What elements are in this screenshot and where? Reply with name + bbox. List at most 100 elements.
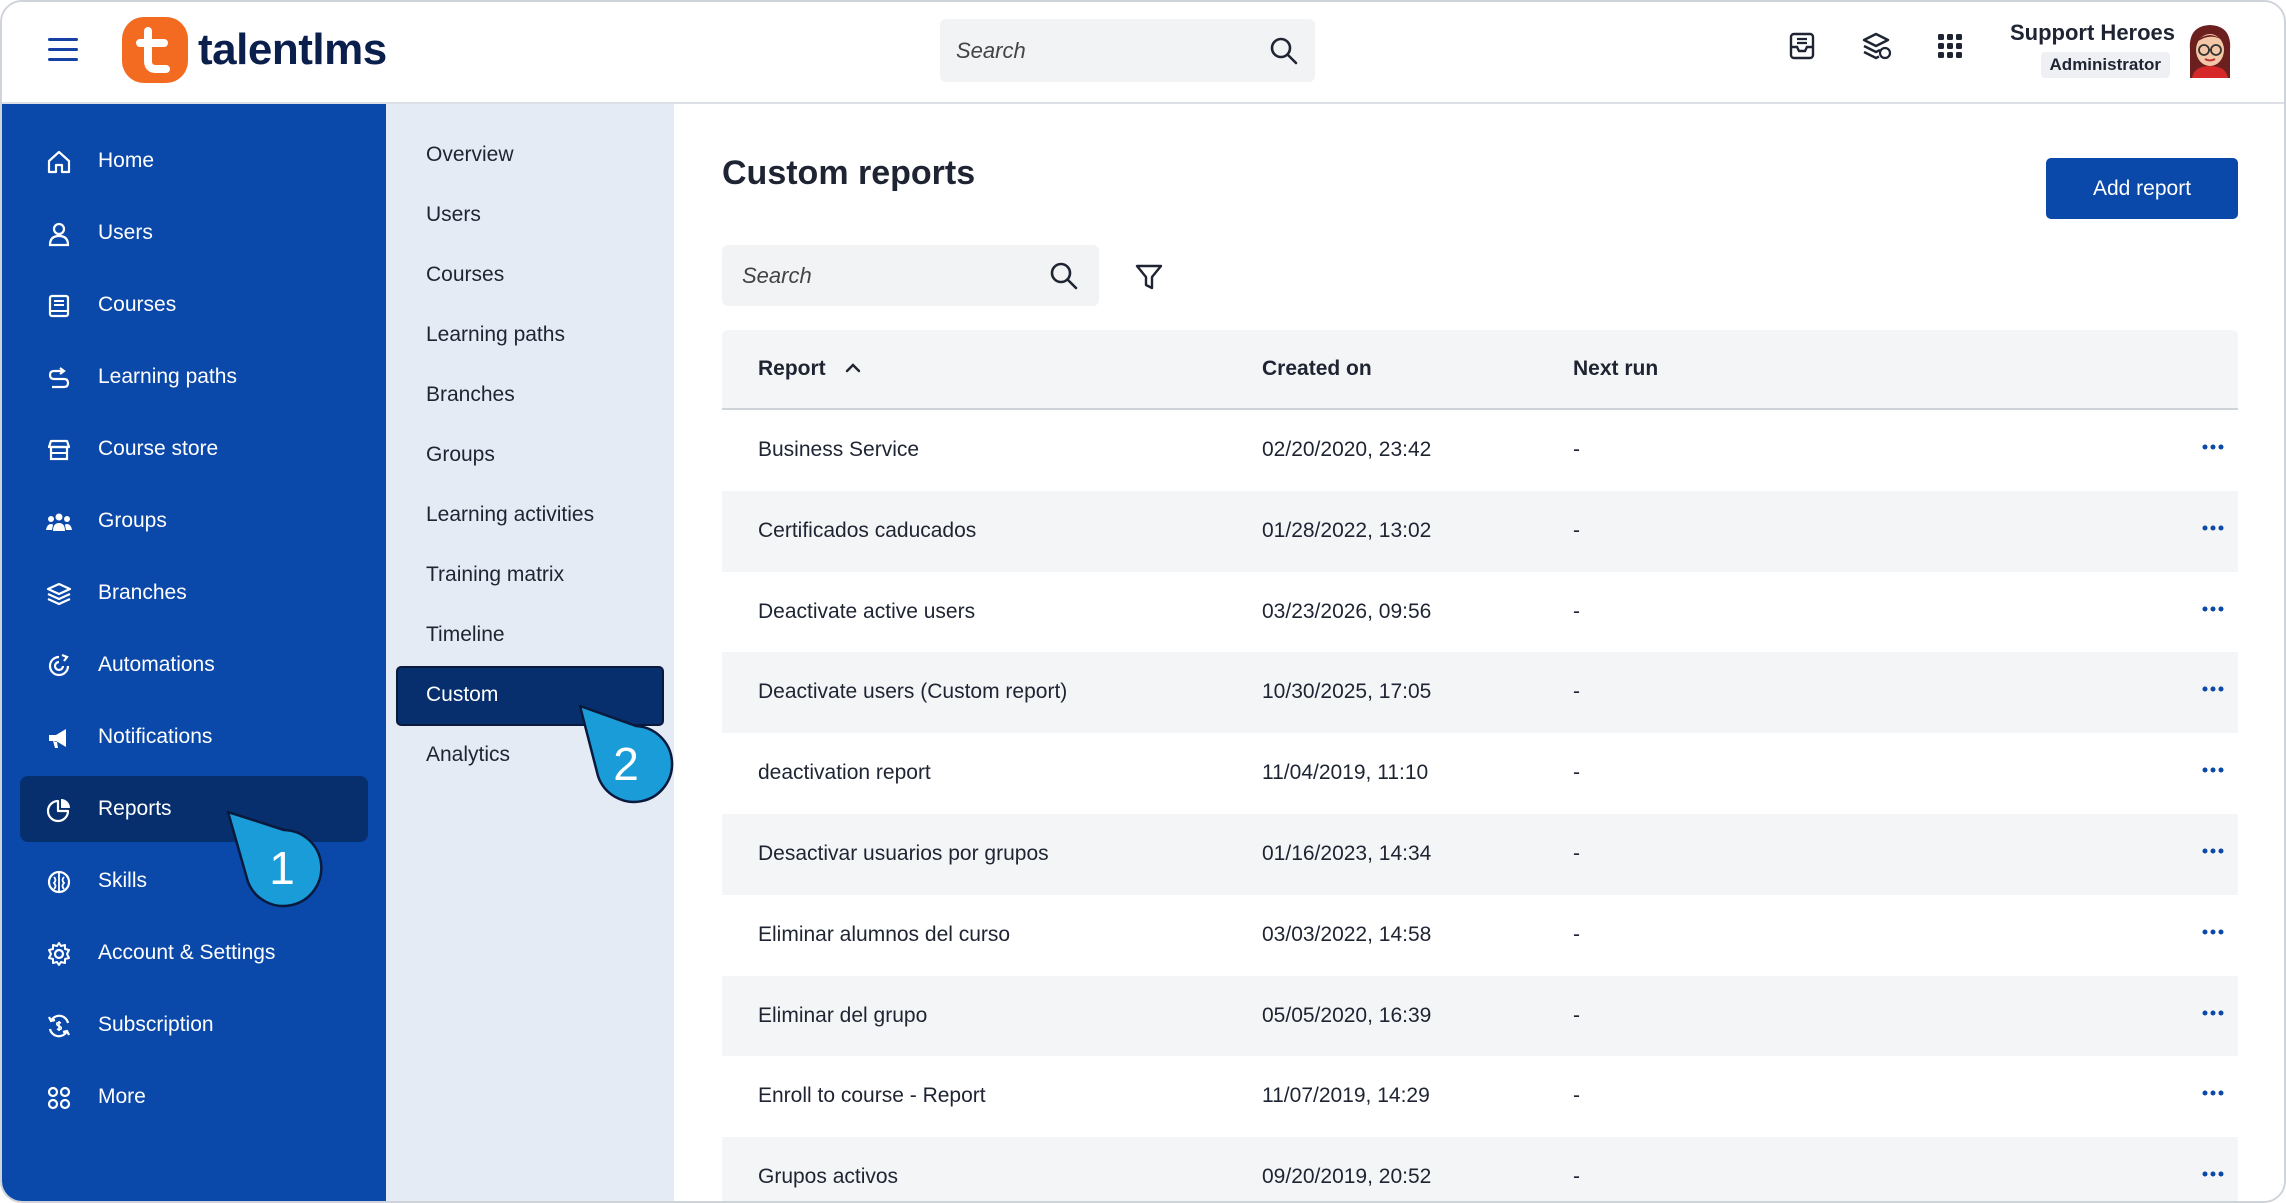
more-options-icon[interactable] xyxy=(2200,1002,2226,1024)
subnav-item-overview[interactable]: Overview xyxy=(396,126,664,186)
search-icon[interactable] xyxy=(1269,36,1299,66)
step-callout-2: 2 xyxy=(578,704,674,804)
sidebar-item-course-store[interactable]: Course store xyxy=(20,416,368,482)
table-row[interactable]: deactivation report 11/04/2019, 11:10 - xyxy=(722,733,2238,814)
report-name-cell[interactable]: Eliminar alumnos del curso xyxy=(758,923,1010,947)
created-on-cell: 01/28/2022, 13:02 xyxy=(1262,518,1432,542)
created-on-cell: 11/04/2019, 11:10 xyxy=(1262,761,1429,785)
subnav-item-label: Courses xyxy=(426,263,505,286)
report-name-cell[interactable]: Business Service xyxy=(758,438,919,462)
more-options-icon[interactable] xyxy=(2200,517,2226,539)
subnav-item-label: Custom xyxy=(426,683,499,706)
column-header-report[interactable]: Report xyxy=(758,357,826,381)
add-report-button[interactable]: Add report xyxy=(2046,158,2238,219)
more-options-icon[interactable] xyxy=(2200,678,2226,700)
global-search-input[interactable] xyxy=(940,19,1260,82)
report-name-cell[interactable]: Deactivate active users xyxy=(758,600,975,624)
filter-icon[interactable] xyxy=(1134,262,1164,292)
subnav-item-label: Groups xyxy=(426,443,495,466)
more-options-icon[interactable] xyxy=(2200,759,2226,781)
report-name-cell[interactable]: Eliminar del grupo xyxy=(758,1004,927,1028)
more-options-icon[interactable] xyxy=(2200,840,2226,862)
subnav-item-learning-activities[interactable]: Learning activities xyxy=(396,486,664,546)
reports-table: Report Created on Next run Business Serv… xyxy=(722,330,2238,1201)
sidebar-item-groups[interactable]: Groups xyxy=(20,488,368,554)
next-run-cell: - xyxy=(1573,680,1580,704)
sidebar-item-label: Users xyxy=(98,221,153,244)
more-options-icon[interactable] xyxy=(2200,598,2226,620)
automation-icon xyxy=(48,653,70,677)
avatar[interactable] xyxy=(2184,20,2236,80)
created-on-cell: 03/23/2026, 09:56 xyxy=(1262,599,1432,623)
search-icon[interactable] xyxy=(1049,261,1079,291)
table-row[interactable]: Eliminar alumnos del curso 03/03/2022, 14… xyxy=(722,895,2238,976)
column-header-created-on[interactable]: Created on xyxy=(1262,357,1372,381)
subnav-item-timeline[interactable]: Timeline xyxy=(396,606,664,666)
main-content: Custom reports Add report Report Created… xyxy=(578,104,2284,1201)
report-name-cell[interactable]: Certificados caducados xyxy=(758,519,976,543)
table-body: Business Service 02/20/2020, 23:42- Certif… xyxy=(722,410,2238,1201)
top-header: talentlms Search Support Heroes Administ… xyxy=(2,2,2284,104)
sidebar-item-automations[interactable]: Automations xyxy=(20,632,368,698)
sidebar-item-subscription[interactable]: Subscription xyxy=(20,992,368,1058)
reports-subnav: Overview Users Courses Learning paths Br… xyxy=(386,104,674,1201)
subnav-item-courses[interactable]: Courses xyxy=(396,246,664,306)
next-run-cell: - xyxy=(1573,1003,1580,1027)
chevron-up-icon[interactable] xyxy=(844,360,862,374)
page-title: Custom reports xyxy=(722,154,976,192)
subnav-item-learning-paths[interactable]: Learning paths xyxy=(396,306,664,366)
subnav-item-label: Branches xyxy=(426,383,515,406)
report-name-cell[interactable]: Deactivate users (Custom report) xyxy=(758,680,1067,704)
sidebar-item-courses[interactable]: Courses xyxy=(20,272,368,338)
more-options-icon[interactable] xyxy=(2200,1082,2226,1104)
more-options-icon[interactable] xyxy=(2200,436,2226,458)
sidebar-item-account-settings[interactable]: Account & Settings xyxy=(20,920,368,986)
subnav-item-branches[interactable]: Branches xyxy=(396,366,664,426)
table-row[interactable]: Business Service 02/20/2020, 23:42 - xyxy=(722,410,2238,491)
subnav-item-label: Learning paths xyxy=(426,323,565,346)
table-row[interactable]: Eliminar del grupo 05/05/2020, 16:39 - xyxy=(722,975,2238,1057)
sidebar-item-label: Notifications xyxy=(98,725,213,748)
report-name-cell[interactable]: Enroll to course - Report xyxy=(758,1084,986,1108)
app-window: talentlms Search Support Heroes Administ… xyxy=(0,0,2286,1203)
table-row[interactable]: Enroll to course - Report 11/07/2019, 14:… xyxy=(722,1056,2238,1137)
table-row[interactable]: Deactivate users (Custom report) 10/30/20… xyxy=(722,652,2238,734)
sidebar-item-notifications[interactable]: Notifications xyxy=(20,704,368,770)
report-name-cell[interactable]: Desactivar usuarios por grupos xyxy=(758,842,1049,866)
table-row[interactable]: Deactivate active users 03/23/2026, 09:56… xyxy=(722,572,2238,653)
home-icon xyxy=(47,150,71,174)
brand-logo[interactable]: talentlms xyxy=(122,17,387,83)
more-options-icon[interactable] xyxy=(2200,921,2226,943)
sidebar-item-learning-paths[interactable]: Learning paths xyxy=(20,344,368,410)
subnav-item-users[interactable]: Users xyxy=(396,186,664,246)
inbox-icon[interactable] xyxy=(1786,30,1818,62)
more-options-icon[interactable] xyxy=(2200,1163,2226,1185)
sidebar-item-label: Account & Settings xyxy=(98,941,276,964)
column-header-next-run[interactable]: Next run xyxy=(1573,357,1658,381)
table-row[interactable]: Desactivar usuarios por grupos 01/16/2023… xyxy=(722,813,2238,895)
subnav-item-label: Analytics xyxy=(426,743,511,766)
report-name-cell[interactable]: Grupos activos xyxy=(758,1165,898,1189)
reports-search-input[interactable] xyxy=(722,245,1042,306)
subnav-item-label: Training matrix xyxy=(426,563,565,586)
subnav-item-groups[interactable]: Groups xyxy=(396,426,664,486)
sidebar-item-branches[interactable]: Branches xyxy=(20,560,368,626)
coins-icon[interactable] xyxy=(1860,30,1892,62)
global-search[interactable] xyxy=(940,19,1315,82)
report-name-cell[interactable]: deactivation report xyxy=(758,761,931,785)
apps-grid-icon[interactable] xyxy=(1934,30,1966,62)
sidebar-item-label: More xyxy=(98,1085,146,1108)
sidebar-item-more[interactable]: More xyxy=(20,1064,368,1130)
subnav-item-training-matrix[interactable]: Training matrix xyxy=(396,546,664,606)
table-row[interactable]: Grupos activos 09/20/2019, 20:52 - xyxy=(722,1137,2238,1201)
user-menu[interactable]: Support Heroes Administrator xyxy=(2010,20,2175,78)
reports-search[interactable] xyxy=(722,245,1099,306)
sidebar-item-users[interactable]: Users xyxy=(20,200,368,266)
sidebar-item-home[interactable]: Home xyxy=(20,128,368,194)
talentlms-logo-icon xyxy=(122,17,188,83)
sidebar-item-label: Automations xyxy=(98,653,215,676)
next-run-cell: - xyxy=(1573,518,1580,542)
hamburger-menu-icon[interactable] xyxy=(48,38,78,64)
sidebar-item-label: Groups xyxy=(98,509,167,532)
table-row[interactable]: Certificados caducados 01/28/2022, 13:02 - xyxy=(722,490,2238,572)
